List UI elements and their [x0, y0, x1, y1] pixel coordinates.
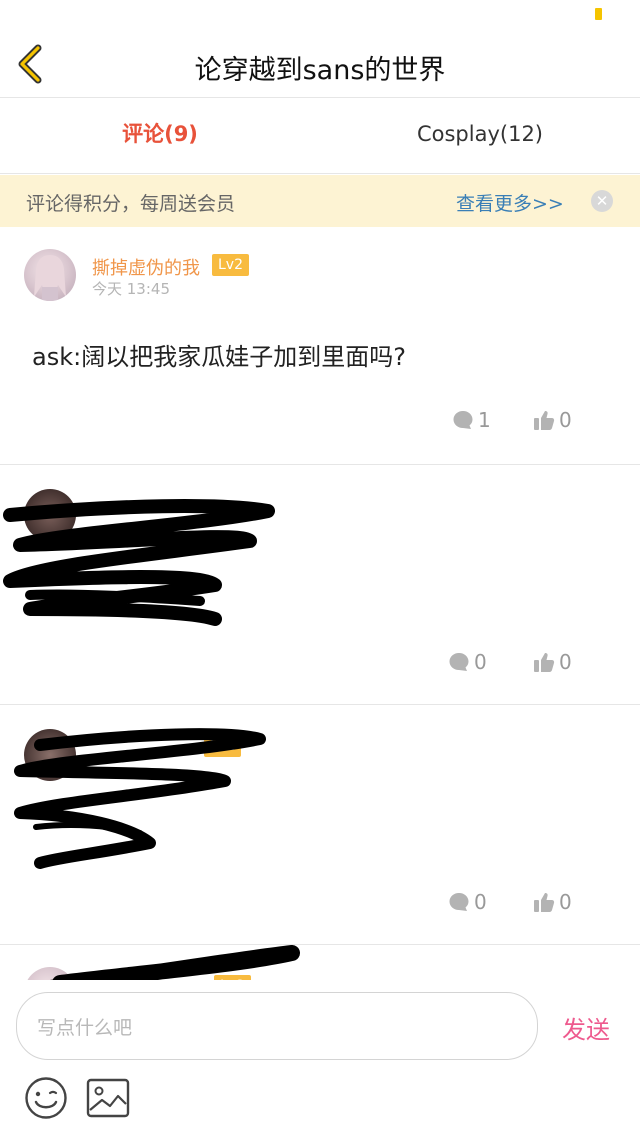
page-title: 论穿越到sans的世界 — [194, 55, 446, 86]
comment-input[interactable]: 写点什么吧 — [16, 992, 538, 1060]
thumbs-up-icon — [534, 411, 555, 430]
nav-bar: 论穿越到sans的世界 — [0, 30, 640, 98]
banner-more-link[interactable]: 查看更多>> — [456, 189, 564, 216]
comment-text: ask:阔以把我家瓜娃子加到里面吗? — [32, 343, 406, 371]
comment-bubble-icon — [453, 411, 473, 429]
image-icon — [86, 1078, 130, 1118]
like-count: 0 — [559, 408, 572, 432]
emoji-button[interactable] — [24, 1076, 68, 1120]
status-bar — [0, 0, 640, 30]
username[interactable]: 撕掉虚伪的我 — [92, 254, 200, 280]
thumbs-up-icon — [534, 893, 555, 912]
banner-text: 评论得积分，每周送会员 — [26, 193, 236, 215]
comment-bubble-icon — [449, 653, 469, 671]
promo-banner: 评论得积分，每周送会员 查看更多>> — [0, 175, 640, 227]
comment-item: 0 0 — [0, 465, 640, 705]
send-button[interactable]: 发送 — [562, 1010, 610, 1045]
level-badge: Lv2 — [204, 735, 241, 757]
level-badge: Lv2 — [212, 254, 249, 276]
tab-cosplay[interactable]: Cosplay(12) — [320, 98, 640, 174]
reply-count: 0 — [474, 650, 487, 674]
reply-count: 0 — [474, 890, 487, 914]
timestamp: 今天 13:45 — [92, 280, 170, 298]
avatar[interactable] — [24, 249, 76, 301]
battery-icon — [595, 8, 602, 20]
like-count: 0 — [559, 650, 572, 674]
tab-bar: 评论(9) Cosplay(12) — [0, 98, 640, 174]
composer-bar: 写点什么吧 发送 — [0, 980, 640, 1138]
emoji-icon — [25, 1077, 67, 1119]
avatar[interactable] — [24, 729, 76, 781]
close-icon[interactable]: ✕ — [591, 190, 613, 212]
redaction-scribble — [3, 499, 275, 626]
image-button[interactable] — [86, 1078, 130, 1118]
input-placeholder: 写点什么吧 — [37, 1017, 133, 1039]
comment-item: 撕掉虚伪的我 Lv2 今天 13:45 ask:阔以把我家瓜娃子加到里面吗? 1… — [0, 227, 640, 465]
reply-count: 1 — [478, 408, 491, 432]
redaction-scribble — [14, 728, 266, 869]
thumbs-up-icon — [534, 653, 555, 672]
comment-bubble-icon — [449, 893, 469, 911]
avatar[interactable] — [24, 489, 76, 541]
comment-item: Lv2 0 0 — [0, 705, 640, 945]
like-count: 0 — [559, 890, 572, 914]
avatar-image — [34, 255, 66, 301]
tab-comments[interactable]: 评论(9) — [0, 98, 320, 174]
